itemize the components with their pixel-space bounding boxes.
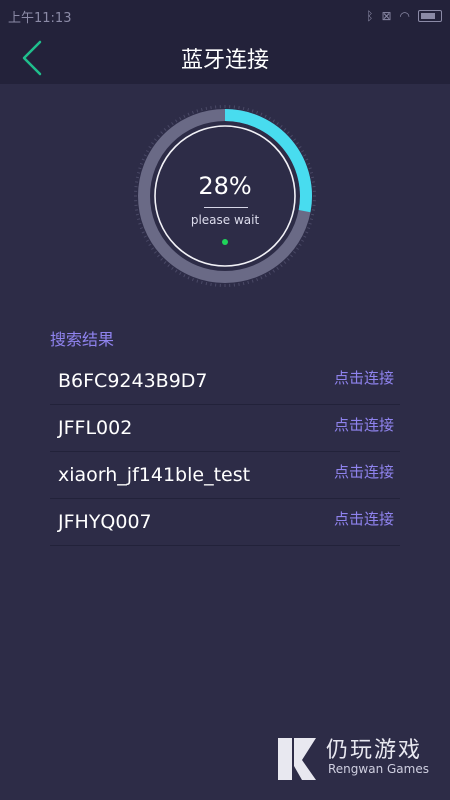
bluetooth-icon: ᛒ [366, 9, 374, 23]
connect-button[interactable]: 点击连接 [334, 414, 400, 435]
device-name: JFHYQ007 [58, 511, 152, 533]
sim-off-icon: ⊠ [381, 9, 392, 23]
device-row[interactable]: JFFL002 点击连接 [50, 405, 400, 452]
device-name: B6FC9243B9D7 [58, 370, 208, 392]
watermark-cn: 仍玩游戏 [326, 738, 423, 763]
device-name: JFFL002 [58, 417, 133, 439]
wifi-icon: ◠ [399, 9, 410, 23]
status-icons: ᛒ ⊠ ◠ [366, 9, 442, 23]
status-time: 上午11:13 [8, 10, 72, 26]
device-row[interactable]: B6FC9243B9D7 点击连接 [50, 358, 400, 405]
progress-gauge: 28% please wait [133, 104, 317, 288]
top-bar: 蓝牙连接 [0, 32, 450, 84]
device-name: xiaorh_jf141ble_test [58, 464, 251, 486]
device-row[interactable]: JFHYQ007 点击连接 [50, 499, 400, 546]
status-bar: 上午11:13 ᛒ ⊠ ◠ [0, 0, 450, 32]
device-row[interactable]: xiaorh_jf141ble_test 点击连接 [50, 452, 400, 499]
device-list: B6FC9243B9D7 点击连接 JFFL002 点击连接 xiaorh_jf… [50, 358, 400, 546]
gauge-divider [204, 207, 248, 208]
watermark-logo: 仍玩游戏 Rengwan Games [276, 728, 440, 788]
connect-button[interactable]: 点击连接 [334, 367, 400, 388]
connect-button[interactable]: 点击连接 [334, 508, 400, 529]
page-title: 蓝牙连接 [180, 48, 269, 73]
progress-percent: 28% [198, 172, 252, 200]
status-dot [222, 239, 228, 245]
battery-icon [418, 10, 442, 22]
results-title: 搜索结果 [50, 330, 115, 349]
gauge-center: 28% please wait [133, 104, 317, 288]
watermark-en: Rengwan Games [328, 762, 429, 776]
rengwan-logo-icon [278, 738, 316, 780]
back-arrow-icon[interactable] [14, 38, 54, 78]
progress-status: please wait [190, 213, 260, 227]
connect-button[interactable]: 点击连接 [334, 461, 400, 482]
